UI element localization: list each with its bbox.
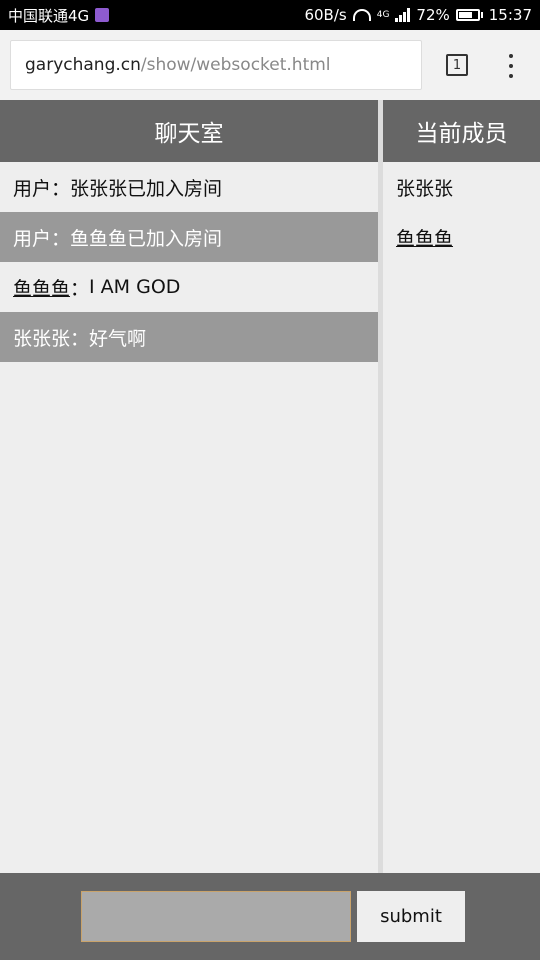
message-separator: ： — [51, 177, 71, 200]
carrier-label: 中国联通4G — [8, 6, 90, 25]
url-path: /show/websocket.html — [140, 55, 331, 75]
message-row: 鱼鱼鱼： I AM GOD — [0, 262, 378, 312]
composer-bar: submit — [0, 873, 540, 960]
message-separator: ： — [70, 327, 90, 350]
message-row: 用户：张张张已加入房间 — [0, 162, 378, 212]
url-host: garychang.cn — [25, 55, 141, 75]
members-panel: 当前成员 张张张 鱼鱼鱼 — [383, 100, 540, 873]
address-bar[interactable]: garychang.cn/show/websocket.html — [10, 40, 422, 90]
member-list: 张张张 鱼鱼鱼 — [383, 162, 540, 262]
message-sender: 张张张 — [13, 327, 71, 350]
message-text: 张张张已加入房间 — [70, 177, 223, 200]
clock: 15:37 — [488, 6, 532, 24]
status-bar: 中国联通4G 60B/s 4G 72% 15:37 — [0, 0, 540, 30]
chat-panel: 聊天室 用户：张张张已加入房间 用户：鱼鱼鱼已加入房间 鱼鱼鱼： I AM GOD 张张… — [0, 100, 378, 873]
battery-percent: 72% — [416, 6, 450, 24]
signal-icon — [395, 8, 411, 22]
message-text: I AM GOD — [89, 276, 181, 298]
tab-switcher-button[interactable]: 1 — [446, 54, 468, 76]
message-sender: 用户 — [13, 177, 52, 200]
battery-icon — [455, 9, 483, 21]
browser-toolbar: garychang.cn/show/websocket.html 1 — [0, 30, 540, 100]
message-text: 鱼鱼鱼已加入房间 — [70, 227, 223, 250]
member-item[interactable]: 鱼鱼鱼 — [383, 212, 540, 262]
message-separator: ： — [70, 277, 90, 300]
submit-button[interactable]: submit — [357, 891, 465, 942]
overflow-menu-icon[interactable] — [505, 54, 517, 78]
message-text: 好气啊 — [89, 327, 147, 350]
status-left: 中国联通4G — [8, 5, 110, 26]
wifi-icon — [352, 9, 371, 21]
member-item[interactable]: 张张张 — [383, 162, 540, 212]
chat-title: 聊天室 — [0, 100, 378, 162]
message-sender: 鱼鱼鱼 — [13, 277, 71, 300]
status-right: 60B/s 4G 72% 15:37 — [304, 6, 532, 24]
message-row: 用户：鱼鱼鱼已加入房间 — [0, 212, 378, 262]
message-input[interactable] — [81, 891, 351, 942]
message-list: 用户：张张张已加入房间 用户：鱼鱼鱼已加入房间 鱼鱼鱼： I AM GOD 张张张：好气… — [0, 162, 378, 362]
members-title: 当前成员 — [383, 100, 540, 162]
network-badge: 4G — [376, 10, 390, 20]
app-notification-icon — [95, 8, 110, 22]
message-separator: ： — [51, 227, 71, 250]
network-speed: 60B/s — [304, 6, 347, 24]
message-row: 张张张：好气啊 — [0, 312, 378, 362]
message-sender: 用户 — [13, 227, 52, 250]
